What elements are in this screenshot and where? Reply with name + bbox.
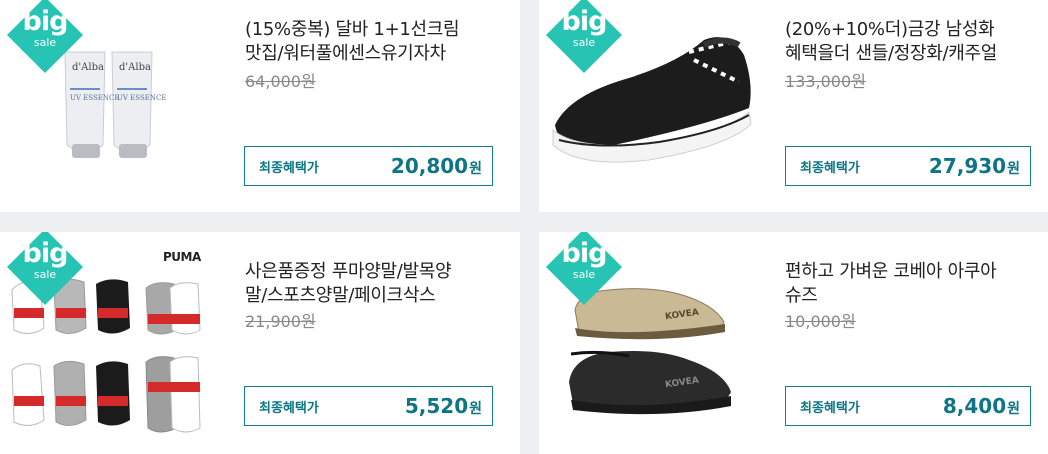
original-price: 21,900원 [245, 312, 316, 331]
product-card-mens-shoe[interactable]: big sale (20%+10%더)금강 남성화 혜택을더 샌들/정장화/캐주… [539, 0, 1048, 212]
final-price-box[interactable]: 최종혜택가 8,400원 [785, 386, 1031, 426]
original-price: 10,000원 [785, 312, 856, 331]
final-price: 5,520 [404, 394, 469, 418]
product-card-sunscreen[interactable]: big sale UV ESSENCE UV ESSENCE d'Alba d'… [0, 0, 520, 212]
product-title[interactable]: (15%중복) 달바 1+1선크림 맛집/워터풀에센스유기자차 [245, 18, 510, 66]
final-price-label: 최종혜택가 [259, 160, 319, 176]
brand-label-2: d'Alba [119, 62, 151, 73]
currency-unit: 원 [469, 161, 482, 177]
svg-text:UV ESSENCE: UV ESSENCE [117, 94, 166, 102]
final-price-box[interactable]: 최종혜택가 27,930원 [785, 146, 1031, 186]
currency-unit: 원 [469, 401, 482, 417]
big-sale-badge: big sale [3, 232, 87, 309]
original-price: 133,000원 [785, 72, 866, 91]
final-price-label: 최종혜택가 [259, 400, 319, 416]
svg-text:UV ESSENCE: UV ESSENCE [70, 94, 119, 102]
currency-unit: 원 [1007, 401, 1020, 417]
big-sale-badge: big sale [542, 0, 626, 77]
final-price-label: 최종혜택가 [800, 400, 860, 416]
product-title[interactable]: 편하고 가벼운 코베아 아쿠아 슈즈 [785, 260, 1048, 308]
final-price-box[interactable]: 최종혜택가 5,520원 [244, 386, 493, 426]
final-price-label: 최종혜택가 [800, 160, 860, 176]
original-price: 64,000원 [245, 72, 316, 91]
currency-unit: 원 [1007, 161, 1020, 177]
final-price-box[interactable]: 최종혜택가 20,800원 [244, 146, 493, 186]
big-sale-badge: big sale [542, 232, 626, 309]
product-title[interactable]: (20%+10%더)금강 남성화 혜택을더 샌들/정장화/캐주얼 [785, 18, 1048, 66]
product-card-puma-socks[interactable]: big sale PUMA 사은품증정 푸마양말/발목양 말/스포츠양말/페이크… [0, 232, 520, 454]
product-card-aqua-shoes[interactable]: big sale KOVEA KOVEA 편하고 가벼운 코베아 아쿠아 슈즈 … [539, 232, 1048, 454]
product-title[interactable]: 사은품증정 푸마양말/발목양 말/스포츠양말/페이크삭스 [245, 260, 510, 308]
big-sale-badge: big sale [3, 0, 87, 77]
final-price: 8,400 [942, 394, 1007, 418]
puma-logo: PUMA [163, 250, 201, 264]
final-price: 20,800 [390, 154, 469, 178]
final-price: 27,930 [928, 154, 1007, 178]
